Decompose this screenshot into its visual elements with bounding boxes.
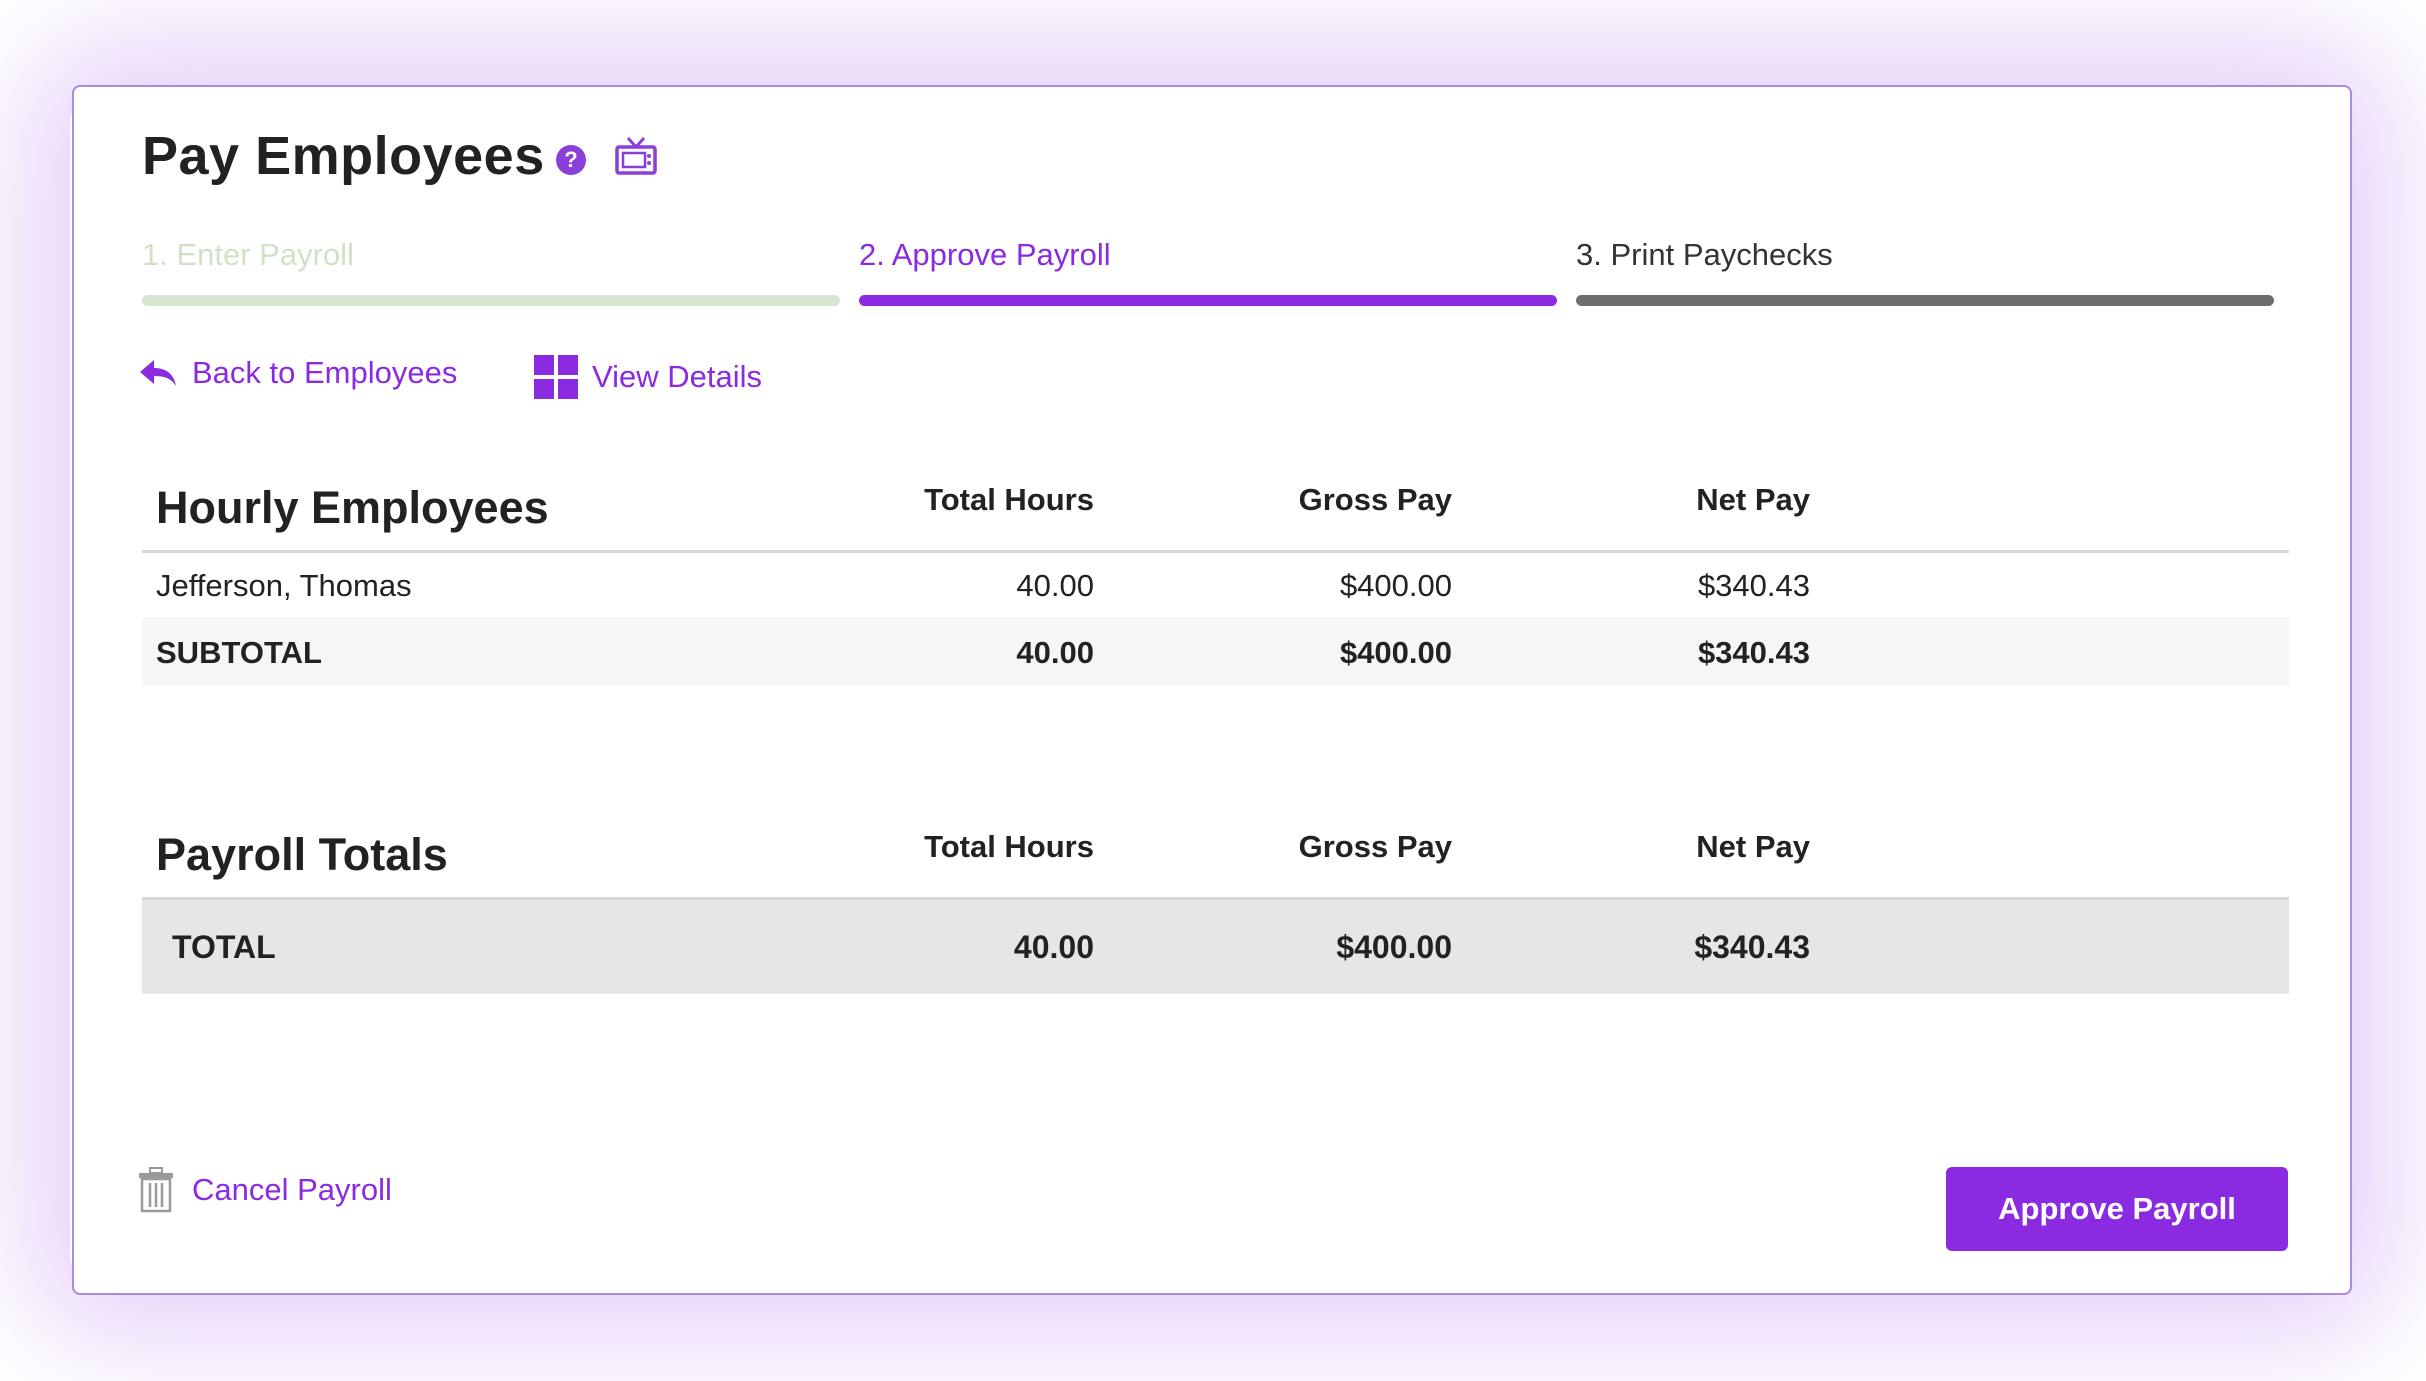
step-label: 1. Enter Payroll <box>142 237 354 272</box>
subtotal-row: SUBTOTAL 40.00 $400.00 $340.43 <box>142 620 2289 686</box>
step-progress-bar <box>859 295 1557 306</box>
employee-hours: 40.00 <box>1016 568 1094 603</box>
hourly-employees-title: Hourly Employees <box>156 482 549 533</box>
step-print-paychecks[interactable]: 3. Print Paychecks <box>1576 237 2274 306</box>
step-approve-payroll[interactable]: 2. Approve Payroll <box>859 237 1557 306</box>
col-header-total-hours: Total Hours <box>924 482 1094 517</box>
grid-icon <box>534 355 578 399</box>
total-label: TOTAL <box>172 929 276 965</box>
step-label: 3. Print Paychecks <box>1576 237 1833 272</box>
cancel-payroll-label: Cancel Payroll <box>192 1172 392 1207</box>
subtotal-net-pay: $340.43 <box>1697 635 1810 670</box>
step-progress-bar <box>142 295 840 306</box>
payroll-totals-title: Payroll Totals <box>156 829 448 880</box>
reply-arrow-icon <box>140 360 176 386</box>
back-link-label: Back to Employees <box>192 355 458 390</box>
subtotal-hours: 40.00 <box>1016 635 1094 670</box>
subtotal-label: SUBTOTAL <box>156 635 322 670</box>
trash-icon <box>139 1167 173 1213</box>
total-hours: 40.00 <box>1013 929 1094 965</box>
col-header-net-pay: Net Pay <box>1696 482 1810 517</box>
col-header-gross-pay: Gross Pay <box>1298 829 1452 864</box>
total-row: TOTAL 40.00 $400.00 $340.43 <box>142 900 2289 994</box>
col-header-gross-pay: Gross Pay <box>1298 482 1452 517</box>
view-details-link[interactable]: View Details <box>534 355 762 399</box>
cancel-payroll-link[interactable]: Cancel Payroll <box>138 1167 392 1213</box>
step-label: 2. Approve Payroll <box>859 237 1111 272</box>
pay-employees-panel: Pay Employees ? 1. Enter Payroll 2. Appr… <box>72 85 2352 1295</box>
employee-name: Jefferson, Thomas <box>156 568 412 603</box>
page-title: Pay Employees <box>142 126 545 186</box>
col-header-net-pay: Net Pay <box>1696 829 1810 864</box>
back-to-employees-link[interactable]: Back to Employees <box>138 355 457 391</box>
employee-net-pay: $340.43 <box>1697 568 1810 603</box>
total-gross-pay: $400.00 <box>1336 929 1452 965</box>
employee-gross-pay: $400.00 <box>1339 568 1452 603</box>
total-net-pay: $340.43 <box>1694 929 1810 965</box>
question-circle-icon[interactable]: ? <box>556 145 586 175</box>
step-progress-bar <box>1576 295 2274 306</box>
step-enter-payroll[interactable]: 1. Enter Payroll <box>142 237 840 306</box>
table-row[interactable]: Jefferson, Thomas 40.00 $400.00 $340.43 <box>142 553 2289 619</box>
col-header-total-hours: Total Hours <box>924 829 1094 864</box>
approve-payroll-button[interactable]: Approve Payroll <box>1946 1167 2288 1251</box>
details-link-label: View Details <box>592 359 763 394</box>
subtotal-gross-pay: $400.00 <box>1339 635 1452 670</box>
tv-icon[interactable] <box>614 135 658 179</box>
